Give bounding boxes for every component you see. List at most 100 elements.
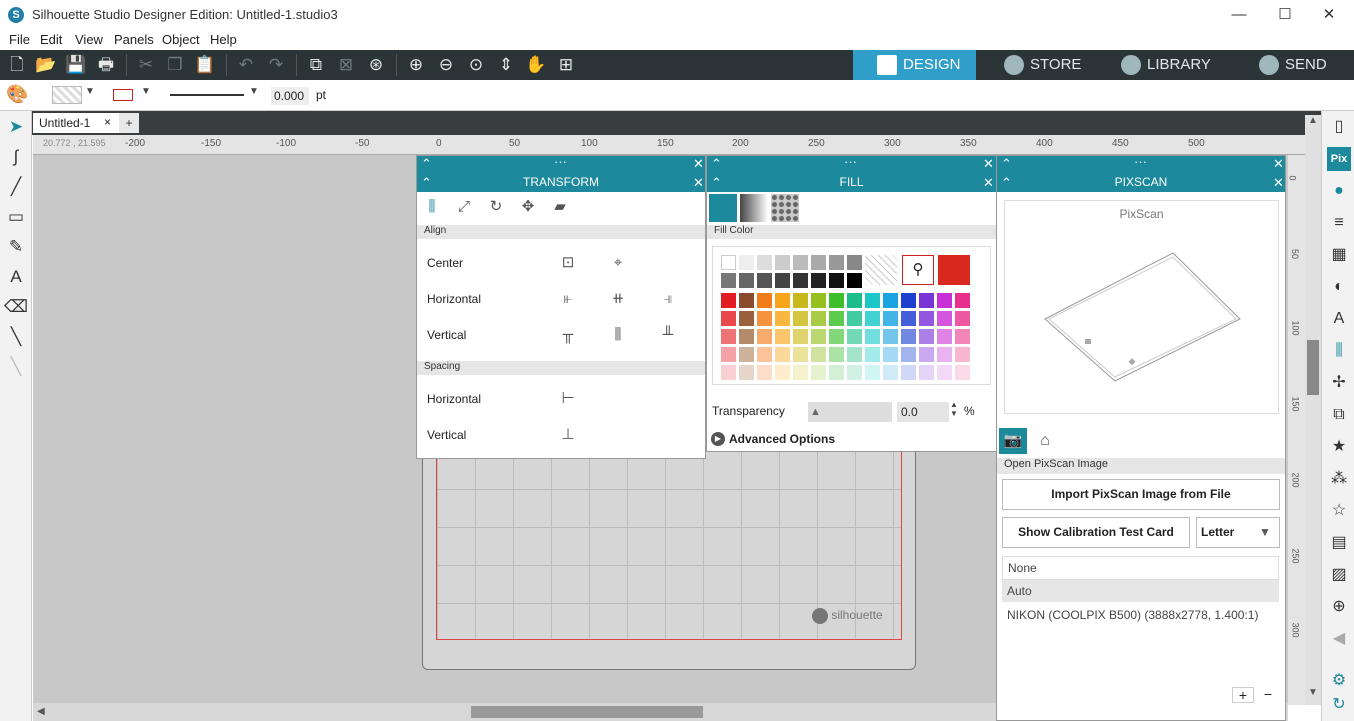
- color-swatch[interactable]: [811, 365, 826, 380]
- zoom-select-icon[interactable]: ⊙: [464, 54, 488, 76]
- current-fill-color-swatch[interactable]: [938, 255, 970, 285]
- select-arrow-icon[interactable]: ➤: [4, 115, 28, 139]
- close-panel-icon[interactable]: ✕: [693, 156, 704, 172]
- align-left-icon[interactable]: ⫦: [557, 288, 579, 310]
- color-swatch[interactable]: [793, 347, 808, 362]
- color-swatch[interactable]: [757, 347, 772, 362]
- color-swatch[interactable]: [937, 311, 952, 326]
- close-panel-icon[interactable]: ✕: [1273, 175, 1284, 191]
- color-swatch[interactable]: [721, 329, 736, 344]
- slider-handle-icon[interactable]: ▲: [810, 406, 821, 418]
- star-outline-icon[interactable]: ☆: [1327, 499, 1351, 523]
- color-swatch[interactable]: [865, 365, 880, 380]
- calibration-card-button[interactable]: Show Calibration Test Card: [1002, 517, 1190, 548]
- color-swatch[interactable]: [811, 273, 826, 288]
- space-vertical-icon[interactable]: ⊥: [557, 424, 579, 446]
- color-swatch[interactable]: [829, 311, 844, 326]
- color-swatch[interactable]: [739, 365, 754, 380]
- close-panel-icon[interactable]: ✕: [983, 156, 994, 172]
- sketch-icon[interactable]: ▨: [1327, 563, 1351, 587]
- document-tab[interactable]: Untitled-1 ×: [33, 113, 120, 133]
- horizontal-scroll-thumb[interactable]: [471, 706, 703, 718]
- expand-play-icon[interactable]: ▶: [711, 432, 725, 446]
- text-tool-icon[interactable]: A: [4, 265, 28, 289]
- trace-icon[interactable]: ⁂: [1327, 467, 1351, 491]
- add-calibration-button[interactable]: +: [1232, 687, 1254, 703]
- paste-icon[interactable]: 📋: [193, 54, 217, 76]
- zoom-in-icon[interactable]: ⊕: [404, 54, 428, 76]
- transparency-slider[interactable]: ▲: [808, 402, 892, 422]
- group-icon[interactable]: ⧉: [304, 54, 328, 76]
- menu-panels[interactable]: Panels: [114, 32, 154, 47]
- color-swatch[interactable]: [937, 347, 952, 362]
- color-swatch[interactable]: [865, 311, 880, 326]
- color-swatch[interactable]: [757, 293, 772, 308]
- color-swatch[interactable]: [793, 329, 808, 344]
- color-swatch[interactable]: [721, 311, 736, 326]
- color-swatch[interactable]: [955, 347, 970, 362]
- color-swatch[interactable]: [883, 293, 898, 308]
- color-swatch[interactable]: [847, 329, 862, 344]
- eyedropper-icon[interactable]: ⚲: [902, 255, 934, 285]
- palette-icon[interactable]: 🎨: [6, 84, 30, 106]
- align-bottom-icon[interactable]: ╨: [657, 324, 679, 346]
- menu-object[interactable]: Object: [162, 32, 200, 47]
- rectangle-tool-icon[interactable]: ▭: [4, 205, 28, 229]
- color-swatch[interactable]: [721, 347, 736, 362]
- calibration-list-item-selected[interactable]: Auto: [1002, 580, 1279, 602]
- align-tab-icon[interactable]: ⫼: [421, 196, 443, 218]
- color-swatch[interactable]: [811, 311, 826, 326]
- color-swatch[interactable]: [775, 255, 790, 270]
- color-swatch[interactable]: [829, 347, 844, 362]
- shadow-icon[interactable]: ◐: [1327, 275, 1351, 299]
- move-tab-icon[interactable]: ✥: [517, 196, 539, 218]
- refresh-icon[interactable]: ↻: [1327, 693, 1351, 717]
- color-swatch[interactable]: [739, 347, 754, 362]
- tab-library[interactable]: LIBRARY: [1121, 50, 1241, 80]
- line-tool-icon[interactable]: ╱: [4, 175, 28, 199]
- eyedropper-tool-icon[interactable]: ╲: [4, 355, 28, 379]
- color-swatch[interactable]: [847, 273, 862, 288]
- library-globe-icon[interactable]: ⊕: [1327, 595, 1351, 619]
- color-swatch[interactable]: [901, 293, 916, 308]
- line-color-selector[interactable]: [113, 89, 133, 101]
- settings-gear-icon[interactable]: ⚙: [1327, 669, 1351, 693]
- fill-palette-icon[interactable]: ●: [1327, 179, 1351, 203]
- transparency-stepper-icon[interactable]: ▲ ▼: [950, 400, 958, 418]
- import-pixscan-button[interactable]: Import PixScan Image from File: [1002, 479, 1280, 510]
- color-swatch[interactable]: [721, 273, 736, 288]
- zoom-fit-icon[interactable]: ⊞: [554, 54, 578, 76]
- color-swatch[interactable]: [829, 255, 844, 270]
- open-folder-icon[interactable]: 📂: [34, 54, 58, 76]
- line-style-icon[interactable]: ≡: [1327, 211, 1351, 235]
- gradient-fill-tab[interactable]: [740, 194, 768, 222]
- close-tab-icon[interactable]: ×: [104, 115, 111, 129]
- color-swatch[interactable]: [775, 273, 790, 288]
- modify-icon[interactable]: ⧉: [1327, 403, 1351, 427]
- color-swatch[interactable]: [955, 293, 970, 308]
- pan-hand-icon[interactable]: ✋: [524, 54, 548, 76]
- tab-store[interactable]: STORE: [1004, 50, 1104, 80]
- minimize-button[interactable]: —: [1216, 0, 1262, 30]
- ungroup-icon[interactable]: ⊠: [334, 54, 358, 76]
- color-swatch[interactable]: [739, 311, 754, 326]
- color-swatch[interactable]: [775, 347, 790, 362]
- camera-tab-icon[interactable]: 📷: [999, 428, 1027, 454]
- vertical-scroll-thumb[interactable]: [1307, 340, 1319, 395]
- color-swatch[interactable]: [829, 365, 844, 380]
- transform-icon[interactable]: ⫼: [1327, 339, 1351, 363]
- collapse-panel-icon[interactable]: ⌃: [421, 156, 432, 172]
- color-swatch[interactable]: [829, 273, 844, 288]
- color-swatch[interactable]: [757, 273, 772, 288]
- color-swatch[interactable]: [847, 311, 862, 326]
- color-swatch[interactable]: [721, 365, 736, 380]
- color-swatch[interactable]: [775, 293, 790, 308]
- panel-more-icon[interactable]: ···: [844, 154, 857, 169]
- color-swatch[interactable]: [955, 329, 970, 344]
- color-swatch[interactable]: [721, 293, 736, 308]
- color-swatch[interactable]: [901, 311, 916, 326]
- maximize-button[interactable]: ☐: [1262, 0, 1308, 30]
- color-swatch[interactable]: [847, 365, 862, 380]
- color-swatch[interactable]: [793, 365, 808, 380]
- color-swatch[interactable]: [955, 365, 970, 380]
